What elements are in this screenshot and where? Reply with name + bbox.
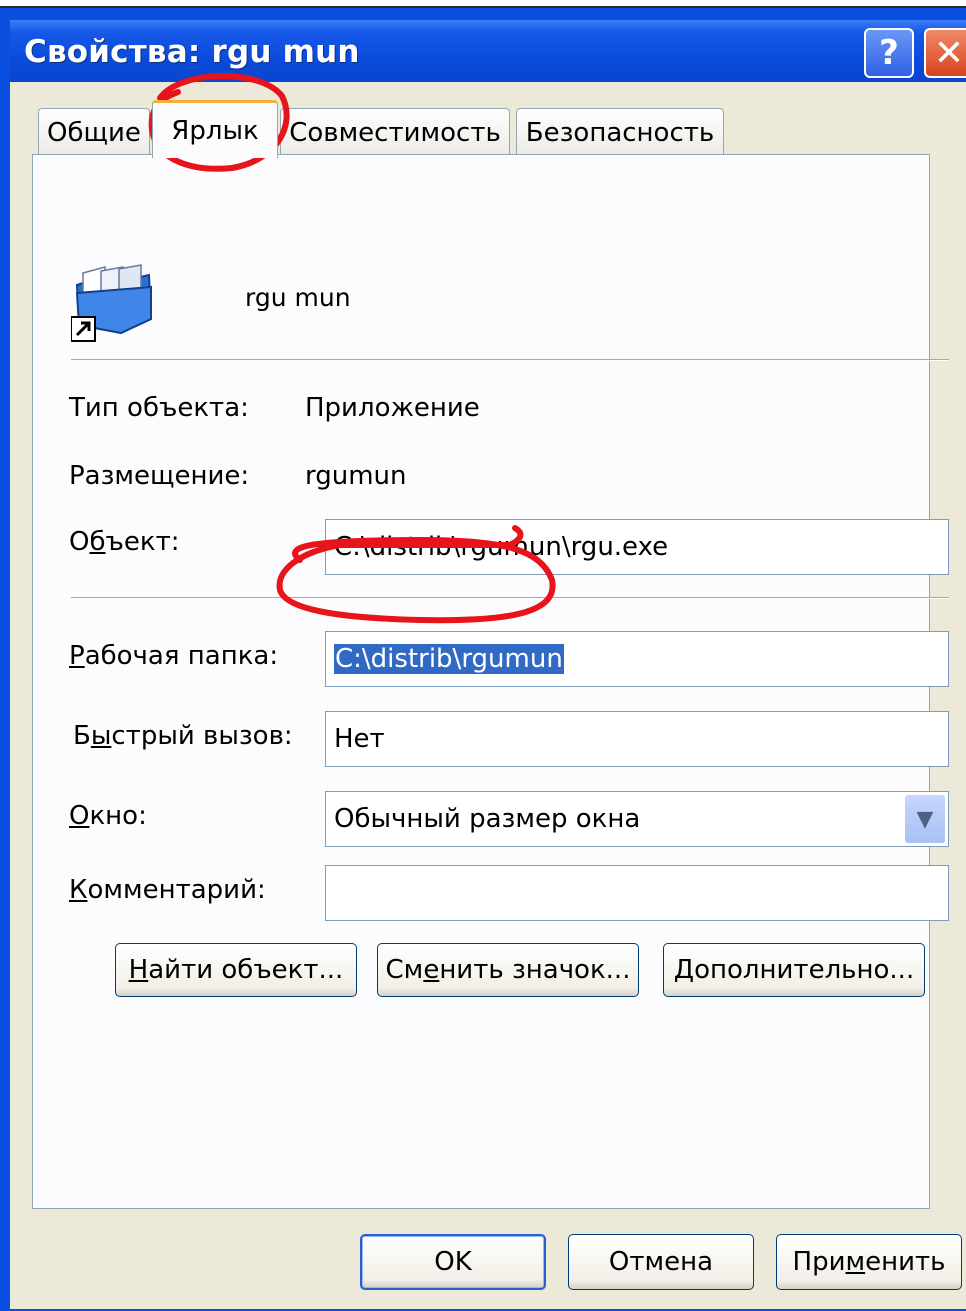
comment-label-post: омментарий: — [87, 875, 266, 905]
window-mode-label: Окно: — [69, 801, 147, 831]
title-bar[interactable]: Свойства: rgu mun ? ✕ — [10, 20, 966, 90]
target-label-hotkey: б — [89, 527, 106, 557]
find-label-hotkey: Н — [128, 955, 149, 985]
tab-panel: rgu mun Тип объекта: Приложение Размещен… — [32, 154, 949, 1209]
target-field[interactable]: C:\distrib\rgumun\rgu.exe — [325, 519, 949, 575]
object-type-value: Приложение — [305, 393, 480, 423]
find-label-post: айти объект... — [148, 955, 344, 985]
hotkey-label: Быстрый вызов: — [73, 721, 293, 751]
comment-field[interactable] — [325, 865, 949, 921]
window-mode-value: Обычный размер окна — [334, 804, 641, 834]
apply-label-post: енить — [865, 1247, 946, 1277]
close-icon: ✕ — [933, 32, 965, 74]
find-target-button[interactable]: Найти объект... — [115, 943, 357, 997]
window-mode-select[interactable]: Обычный размер окна ▼ — [325, 791, 949, 847]
separator — [71, 359, 949, 361]
help-icon: ? — [879, 33, 899, 73]
object-type-label: Тип объекта: — [69, 393, 249, 423]
change-label-post: нить значок... — [439, 955, 631, 985]
tab-shortcut[interactable]: Ярлык — [152, 100, 278, 158]
hotkey-field[interactable]: Нет — [325, 711, 949, 767]
change-label-hotkey: е — [423, 955, 440, 985]
apply-button[interactable]: При м енить — [776, 1234, 962, 1290]
window-mode-label-hotkey: О — [69, 801, 90, 831]
tab-compatibility[interactable]: Совместимость — [280, 108, 510, 156]
hotkey-value: Нет — [334, 724, 385, 754]
change-icon-button[interactable]: См е нить значок... — [377, 943, 639, 997]
location-label: Размещение: — [69, 461, 250, 491]
window-title: Свойства: rgu mun — [24, 34, 360, 70]
change-label-pre: См — [385, 955, 424, 985]
apply-label-hotkey: м — [845, 1247, 866, 1277]
tab-general-label: Общие — [47, 117, 141, 148]
hotkey-label-hotkey: ы — [90, 721, 112, 751]
target-label-post: ъект: — [105, 527, 180, 557]
cancel-label: Отмена — [608, 1247, 714, 1277]
workdir-field[interactable]: C:\distrib\rgumun — [325, 631, 949, 687]
target-value: C:\distrib\rgumun\rgu.exe — [334, 532, 669, 562]
help-button[interactable]: ? — [864, 28, 914, 78]
hotkey-label-post: стрый вызов: — [111, 721, 293, 751]
tab-compatibility-label: Совместимость — [289, 117, 501, 148]
location-value: rgumun — [305, 461, 407, 491]
close-button[interactable]: ✕ — [924, 28, 966, 78]
chevron-down-icon[interactable]: ▼ — [905, 795, 945, 843]
ok-label: OK — [434, 1247, 472, 1277]
tab-general[interactable]: Общие — [38, 108, 150, 156]
target-label-pre: О — [69, 527, 90, 557]
separator — [71, 597, 949, 599]
advanced-button[interactable]: Дополнительно... — [663, 943, 925, 997]
comment-label-hotkey: К — [69, 875, 88, 905]
cancel-button[interactable]: Отмена — [568, 1234, 754, 1290]
tab-security-label: Безопасность — [525, 117, 715, 148]
window-mode-label-post: кно: — [89, 801, 147, 831]
workdir-label-post: абочая папка: — [84, 641, 279, 671]
tab-shortcut-label: Ярлык — [171, 115, 259, 146]
shortcut-name: rgu mun — [245, 283, 351, 312]
workdir-label-hotkey: Р — [69, 641, 85, 671]
folder-shortcut-icon — [70, 263, 155, 347]
apply-label-pre: При — [792, 1247, 846, 1277]
workdir-value: C:\distrib\rgumun — [334, 644, 564, 674]
target-label: Объект: — [69, 527, 180, 557]
advanced-label-post: ополнительно... — [694, 955, 915, 985]
tab-security[interactable]: Безопасность — [516, 108, 724, 156]
ok-button[interactable]: OK — [360, 1234, 546, 1290]
dialog-body: Общие Ярлык Совместимость Безопасность r… — [10, 82, 966, 1309]
comment-label: Комментарий: — [69, 875, 266, 905]
workdir-label: Рабочая папка: — [69, 641, 278, 671]
advanced-label-hotkey: Д — [673, 955, 695, 985]
hotkey-label-pre: Б — [73, 721, 91, 751]
